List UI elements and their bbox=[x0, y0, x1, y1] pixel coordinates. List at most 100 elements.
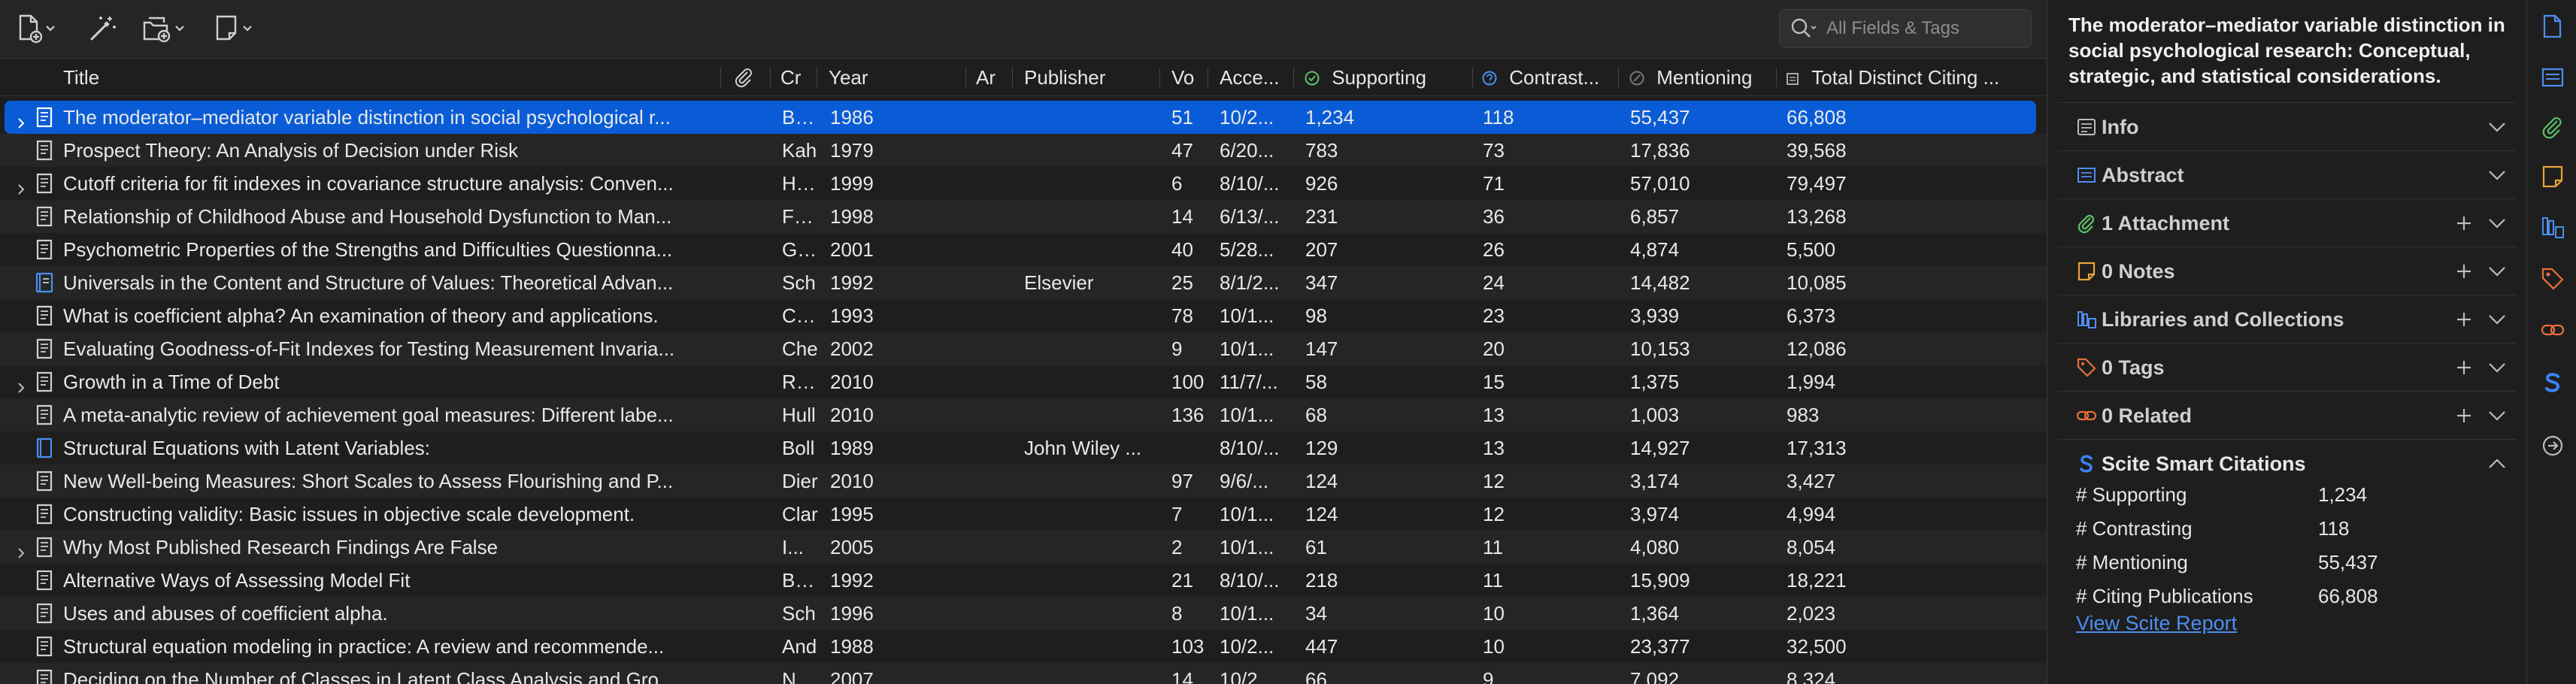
column-header-supporting[interactable]: Supporting bbox=[1304, 59, 1469, 96]
cell-contrasting: 36 bbox=[1483, 205, 1505, 228]
column-separator[interactable] bbox=[1159, 68, 1160, 87]
table-row[interactable]: The moderator–mediator variable distinct… bbox=[0, 101, 2047, 134]
attachments-nav-icon[interactable] bbox=[2540, 114, 2565, 140]
column-header-publisher[interactable]: Publisher bbox=[1024, 59, 1152, 96]
table-row[interactable]: Evaluating Goodness-of-Fit Indexes for T… bbox=[0, 332, 2047, 365]
column-header-creator[interactable]: Cr bbox=[780, 59, 811, 96]
notes-nav-icon[interactable] bbox=[2540, 164, 2565, 189]
column-separator[interactable] bbox=[1618, 68, 1619, 87]
section-tags[interactable]: 0 Tags bbox=[2058, 343, 2517, 391]
section-abstract[interactable]: Abstract bbox=[2058, 150, 2517, 198]
view-scite-report-link[interactable]: View Scite Report bbox=[2076, 612, 2237, 635]
new-note-button[interactable] bbox=[214, 12, 253, 45]
table-row[interactable]: What is coefficient alpha? An examinatio… bbox=[0, 299, 2047, 332]
new-item-button[interactable] bbox=[17, 12, 56, 45]
cell-total: 17,313 bbox=[1787, 437, 1847, 459]
item-title[interactable]: The moderator–mediator variable distinct… bbox=[2068, 12, 2512, 89]
info-nav-icon[interactable] bbox=[2540, 14, 2565, 39]
table-row[interactable]: Uses and abuses of coefficient alpha. Sch… bbox=[0, 597, 2047, 630]
cell-contrasting: 12 bbox=[1483, 470, 1505, 492]
column-header-contrasting[interactable]: Contrast... bbox=[1481, 59, 1617, 96]
add-by-identifier-button[interactable] bbox=[87, 12, 117, 45]
table-row[interactable]: Relationship of Childhood Abuse and Hous… bbox=[0, 200, 2047, 233]
scite-icon bbox=[2080, 455, 2093, 473]
column-header-total[interactable]: Total Distinct Citing ... bbox=[1785, 59, 2041, 96]
table-row[interactable]: Prospect Theory: An Analysis of Decision… bbox=[0, 134, 2047, 167]
cell-mentioning: 57,010 bbox=[1630, 172, 1690, 195]
section-attachments[interactable]: 1 Attachment bbox=[2058, 198, 2517, 247]
cell-mentioning: 15,909 bbox=[1630, 569, 1690, 592]
column-header-volume[interactable]: Vo bbox=[1171, 59, 1202, 96]
chevron-down-icon[interactable] bbox=[2487, 310, 2508, 328]
search-box[interactable] bbox=[1779, 9, 2032, 48]
column-header-title[interactable]: Title bbox=[63, 59, 710, 96]
table-row[interactable]: New Well-being Measures: Short Scales to… bbox=[0, 465, 2047, 498]
new-collection-button[interactable] bbox=[141, 12, 185, 45]
table-row[interactable]: A meta-analytic review of achievement go… bbox=[0, 398, 2047, 431]
column-separator[interactable] bbox=[1012, 68, 1013, 87]
cell-title: Deciding on the Number of Classes in Lat… bbox=[63, 668, 675, 684]
scite-nav-icon[interactable] bbox=[2540, 370, 2565, 395]
plus-icon[interactable] bbox=[2453, 261, 2474, 282]
chevron-down-icon[interactable] bbox=[2487, 262, 2508, 280]
table-row[interactable]: Why Most Published Research Findings Are… bbox=[0, 531, 2047, 564]
column-header-attachments[interactable] bbox=[732, 59, 762, 96]
cell-accessed: 10/1... bbox=[1220, 602, 1274, 625]
chevron-down-icon[interactable] bbox=[2487, 407, 2508, 425]
plus-icon[interactable] bbox=[2453, 405, 2474, 426]
cell-total: 1,994 bbox=[1787, 371, 1836, 393]
table-row[interactable]: Psychometric Properties of the Strengths… bbox=[0, 233, 2047, 266]
document-icon bbox=[35, 570, 54, 591]
section-info[interactable]: Info bbox=[2058, 102, 2517, 150]
column-header-mentioning[interactable]: Mentioning bbox=[1629, 59, 1779, 96]
table-row[interactable]: Deciding on the Number of Classes in Lat… bbox=[0, 663, 2047, 684]
cell-accessed: 8/1/2... bbox=[1220, 271, 1280, 294]
table-row[interactable]: Structural equation modeling in practice… bbox=[0, 630, 2047, 663]
plus-icon[interactable] bbox=[2453, 309, 2474, 330]
tags-nav-icon[interactable] bbox=[2540, 266, 2565, 292]
column-separator[interactable] bbox=[770, 68, 771, 87]
cell-creator: Che bbox=[782, 337, 818, 360]
chevron-down-icon[interactable] bbox=[2487, 359, 2508, 377]
section-libraries[interactable]: Libraries and Collections bbox=[2058, 295, 2517, 343]
column-separator[interactable] bbox=[965, 68, 966, 87]
chevron-right-icon[interactable] bbox=[15, 111, 27, 129]
toolbar bbox=[0, 0, 2047, 59]
table-row[interactable]: Universals in the Content and Structure … bbox=[0, 266, 2047, 299]
table-row[interactable]: Cutoff criteria for fit indexes in covar… bbox=[0, 167, 2047, 200]
search-input[interactable] bbox=[1826, 18, 2007, 39]
chevron-down-icon[interactable] bbox=[2487, 166, 2508, 184]
column-separator[interactable] bbox=[1293, 68, 1294, 87]
column-header-year[interactable]: Year bbox=[829, 59, 956, 96]
chevron-right-icon[interactable] bbox=[15, 376, 27, 393]
libraries-icon bbox=[2077, 311, 2096, 328]
column-separator[interactable] bbox=[720, 68, 721, 87]
table-row[interactable]: Structural Equations with Latent Variabl… bbox=[0, 431, 2047, 465]
cell-supporting: 1,234 bbox=[1305, 106, 1355, 129]
plus-icon[interactable] bbox=[2453, 213, 2474, 234]
column-separator[interactable] bbox=[1472, 68, 1473, 87]
column-separator[interactable] bbox=[1776, 68, 1777, 87]
cell-volume: 78 bbox=[1171, 304, 1193, 327]
chevron-down-icon[interactable] bbox=[2487, 118, 2508, 136]
libraries-nav-icon[interactable] bbox=[2540, 215, 2565, 241]
chevron-right-icon[interactable] bbox=[15, 177, 27, 195]
locate-nav-icon[interactable] bbox=[2540, 433, 2565, 459]
column-header-accessed[interactable]: Acce... bbox=[1220, 59, 1289, 96]
cell-title: The moderator–mediator variable distinct… bbox=[63, 106, 671, 129]
table-row[interactable]: Constructing validity: Basic issues in o… bbox=[0, 498, 2047, 531]
abstract-nav-icon[interactable] bbox=[2540, 65, 2565, 90]
table-row[interactable]: Growth in a Time of Debt Rein 2010 100 11/7/… bbox=[0, 365, 2047, 398]
cell-accessed: 8/10/... bbox=[1220, 569, 1280, 592]
plus-icon[interactable] bbox=[2453, 357, 2474, 378]
section-notes[interactable]: 0 Notes bbox=[2058, 247, 2517, 295]
section-related[interactable]: 0 Related bbox=[2058, 391, 2517, 439]
table-row[interactable]: Alternative Ways of Assessing Model Fit B… bbox=[0, 564, 2047, 597]
column-header-archive[interactable]: Ar bbox=[976, 59, 1006, 96]
cell-year: 1995 bbox=[830, 503, 874, 525]
cell-title: Relationship of Childhood Abuse and Hous… bbox=[63, 205, 672, 228]
chevron-down-icon[interactable] bbox=[2487, 214, 2508, 232]
chevron-up-icon[interactable] bbox=[2487, 455, 2508, 473]
chevron-right-icon[interactable] bbox=[15, 541, 27, 558]
related-nav-icon[interactable] bbox=[2540, 317, 2565, 343]
